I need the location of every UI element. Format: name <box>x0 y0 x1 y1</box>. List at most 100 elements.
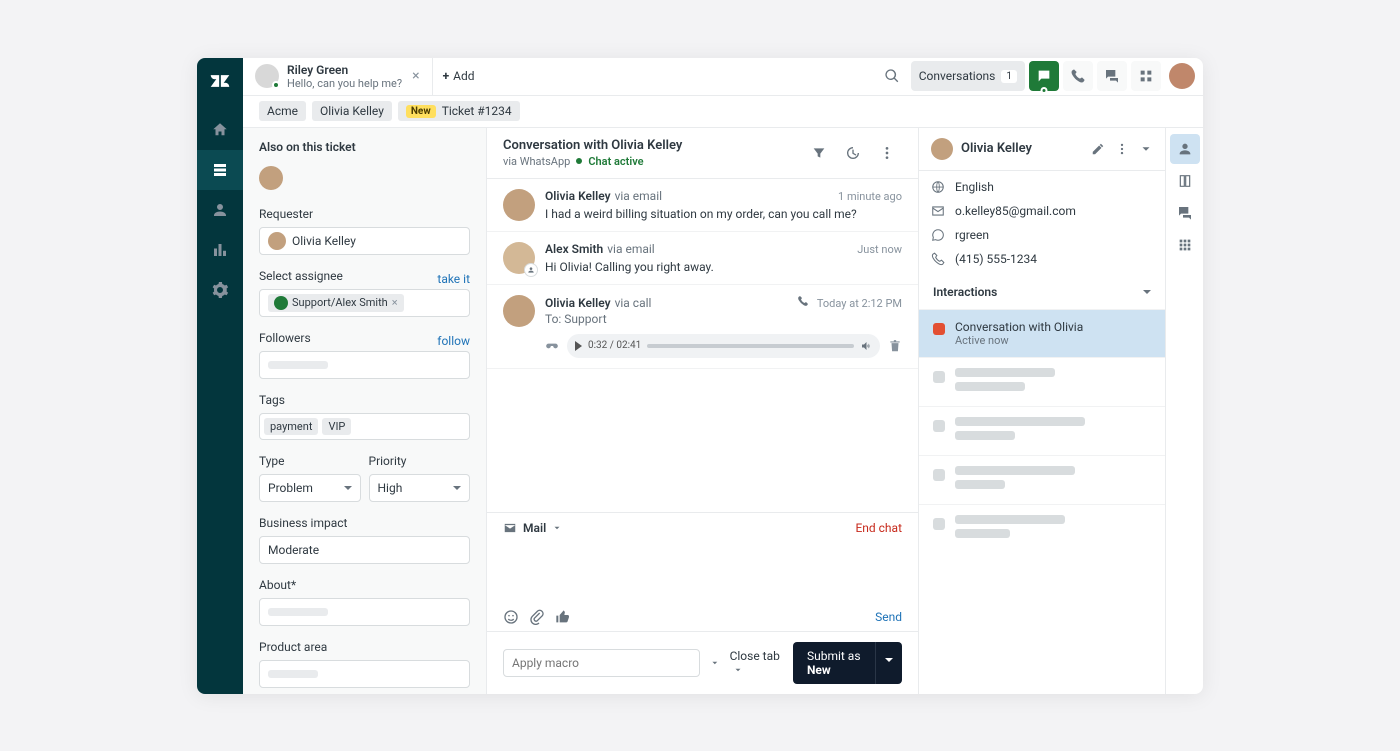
priority-label: Priority <box>369 454 471 468</box>
apps-button[interactable] <box>1131 61 1161 91</box>
conversation-header: Conversation with Olivia Kelley via What… <box>487 128 918 179</box>
nav-views[interactable] <box>197 150 243 190</box>
about-label: About* <box>259 578 470 592</box>
status-dot-icon <box>576 158 582 164</box>
delete-audio-button[interactable] <box>888 339 902 353</box>
tag-payment[interactable]: payment <box>264 418 318 435</box>
volume-icon[interactable] <box>860 340 872 352</box>
submit-button[interactable]: Submit as New <box>793 642 875 684</box>
talk-button[interactable] <box>1063 61 1093 91</box>
filter-icon <box>811 145 827 161</box>
more-icon <box>879 145 895 161</box>
product-area-label: Product area <box>259 640 470 654</box>
interaction-placeholder[interactable] <box>919 504 1165 553</box>
apply-macro-field[interactable] <box>503 649 700 677</box>
chat-button[interactable] <box>1029 61 1059 91</box>
also-avatar <box>259 166 283 190</box>
filter-button[interactable] <box>804 138 834 168</box>
interactions-section[interactable]: Interactions <box>919 275 1165 309</box>
take-it-link[interactable]: take it <box>437 272 470 286</box>
interaction-status-icon <box>933 323 945 335</box>
tag-vip[interactable]: VIP <box>322 418 351 435</box>
close-tab-button[interactable]: Close tab <box>730 649 783 677</box>
call-icon <box>797 295 809 307</box>
breadcrumb-org[interactable]: Acme <box>259 101 306 121</box>
nav-rail <box>197 58 243 694</box>
messaging-icon <box>1104 68 1120 84</box>
interaction-active[interactable]: Conversation with Olivia Active now <box>919 309 1165 357</box>
tab-title: Riley Green <box>287 63 402 77</box>
context-knowledge-button[interactable] <box>1170 166 1200 196</box>
apps-icon <box>1138 68 1154 84</box>
more-button[interactable] <box>872 138 902 168</box>
play-button[interactable] <box>575 341 582 351</box>
submit-dropdown[interactable] <box>875 642 902 684</box>
macro-chevron-icon[interactable] <box>710 657 720 669</box>
compose-textarea[interactable] <box>487 543 918 603</box>
nav-admin[interactable] <box>197 270 243 310</box>
history-button[interactable] <box>838 138 868 168</box>
conversations-chip[interactable]: Conversations 1 <box>911 61 1025 91</box>
audio-scrubber[interactable] <box>647 344 854 348</box>
follow-link[interactable]: follow <box>437 334 470 348</box>
channel-label[interactable]: Mail <box>523 521 546 535</box>
customer-header: Olivia Kelley <box>919 128 1165 171</box>
context-panel: Olivia Kelley English o.kelley85@gmail.c… <box>919 128 1203 694</box>
messaging-button[interactable] <box>1097 61 1127 91</box>
chat-icon <box>1036 68 1052 84</box>
edit-button[interactable] <box>1091 142 1105 156</box>
nav-customers[interactable] <box>197 190 243 230</box>
conversation-via: via WhatsApp <box>503 155 570 168</box>
context-apps-button[interactable] <box>1170 230 1200 260</box>
workspace-tab[interactable]: Riley Green Hello, can you help me? × <box>243 58 433 96</box>
attach-button[interactable] <box>529 609 545 625</box>
nav-reporting[interactable] <box>197 230 243 270</box>
send-button[interactable]: Send <box>875 610 902 624</box>
collapse-button[interactable] <box>1139 142 1153 156</box>
priority-select[interactable]: High <box>369 474 471 502</box>
context-chat-button[interactable] <box>1170 198 1200 228</box>
assignee-label: Select assignee <box>259 269 343 283</box>
globe-icon <box>931 180 945 194</box>
topbar: Riley Green Hello, can you help me? × Ad… <box>243 58 1203 96</box>
also-on-ticket-title: Also on this ticket <box>259 140 470 154</box>
requester-field[interactable]: Olivia Kelley <box>259 227 470 255</box>
followers-field[interactable] <box>259 351 470 379</box>
breadcrumb-row: Acme Olivia Kelley New Ticket #1234 <box>243 96 1203 128</box>
tab-avatar <box>255 64 279 88</box>
search-button[interactable] <box>877 61 907 91</box>
type-select[interactable]: Problem <box>259 474 361 502</box>
chevron-down-icon[interactable] <box>552 523 562 533</box>
assignee-remove[interactable]: × <box>392 296 398 309</box>
context-user-button[interactable] <box>1170 134 1200 164</box>
add-tab-button[interactable]: Add <box>443 69 475 83</box>
profile-avatar[interactable] <box>1169 63 1195 89</box>
submit-button-group: Submit as New <box>793 642 902 684</box>
breadcrumb-ticket[interactable]: New Ticket #1234 <box>398 101 520 121</box>
footer-bar: Close tab Submit as New <box>487 631 918 694</box>
assignee-field[interactable]: Support/Alex Smith × <box>259 289 470 317</box>
mail-icon <box>931 204 945 218</box>
business-impact-field[interactable]: Moderate <box>259 536 470 564</box>
more-button[interactable] <box>1115 142 1129 156</box>
thumbs-up-button[interactable] <box>555 609 571 625</box>
whatsapp-icon <box>931 228 945 242</box>
tags-field[interactable]: payment VIP <box>259 413 470 440</box>
end-chat-button[interactable]: End chat <box>855 521 902 535</box>
context-rail <box>1165 128 1203 694</box>
followers-label: Followers <box>259 331 311 345</box>
message-1: Olivia Kelley via email 1 minute ago I h… <box>487 179 918 232</box>
interaction-placeholder[interactable] <box>919 357 1165 406</box>
conversation-title: Conversation with Olivia Kelley <box>503 138 682 153</box>
tab-close-icon[interactable]: × <box>412 68 419 84</box>
interaction-placeholder[interactable] <box>919 455 1165 504</box>
breadcrumb-user[interactable]: Olivia Kelley <box>312 101 392 121</box>
phone-icon <box>1070 68 1086 84</box>
nav-home[interactable] <box>197 110 243 150</box>
interaction-placeholder[interactable] <box>919 406 1165 455</box>
agent-badge-icon <box>524 263 538 277</box>
emoji-button[interactable] <box>503 609 519 625</box>
product-area-field[interactable] <box>259 660 470 688</box>
about-field[interactable] <box>259 598 470 626</box>
message-avatar <box>503 189 535 221</box>
